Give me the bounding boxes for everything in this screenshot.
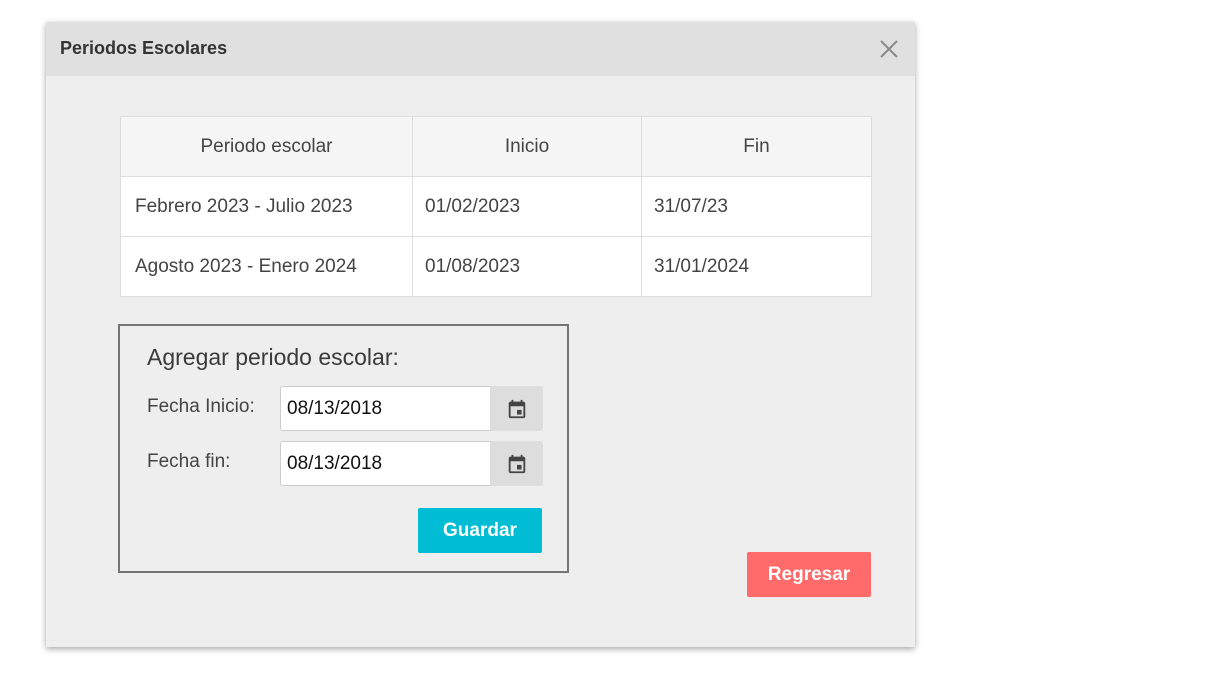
cell-period: Agosto 2023 - Enero 2024 — [120, 236, 413, 297]
add-period-form: Agregar periodo escolar: Fecha Inicio: F… — [118, 324, 569, 573]
save-button[interactable]: Guardar — [418, 508, 542, 553]
calendar-icon — [508, 399, 525, 418]
end-date-label: Fecha fin: — [147, 451, 231, 472]
cell-end: 31/01/2024 — [641, 236, 872, 297]
column-header-period: Periodo escolar — [120, 116, 413, 177]
dialog-header: Periodos Escolares — [46, 22, 915, 76]
start-date-calendar-button[interactable] — [490, 386, 543, 431]
table-row: Agosto 2023 - Enero 2024 01/08/2023 31/0… — [120, 236, 872, 297]
end-date-calendar-button[interactable] — [490, 441, 543, 486]
periodos-dialog: Periodos Escolares Periodo escolar Inici… — [46, 22, 915, 647]
table-header-row: Periodo escolar Inicio Fin — [120, 116, 872, 177]
cell-period: Febrero 2023 - Julio 2023 — [120, 176, 413, 237]
calendar-icon — [508, 454, 525, 473]
column-header-end: Fin — [641, 116, 872, 177]
form-title: Agregar periodo escolar: — [147, 344, 399, 370]
dialog-title: Periodos Escolares — [60, 38, 228, 58]
column-header-start: Inicio — [412, 116, 642, 177]
end-date-input[interactable] — [280, 441, 491, 486]
back-button[interactable]: Regresar — [747, 552, 871, 597]
close-icon[interactable] — [878, 38, 900, 60]
periods-table: Periodo escolar Inicio Fin Febrero 2023 … — [120, 116, 872, 297]
start-date-label: Fecha Inicio: — [147, 396, 255, 417]
table-row: Febrero 2023 - Julio 2023 01/02/2023 31/… — [120, 176, 872, 237]
start-date-input[interactable] — [280, 386, 491, 431]
cell-start: 01/08/2023 — [412, 236, 642, 297]
cell-end: 31/07/23 — [641, 176, 872, 237]
cell-start: 01/02/2023 — [412, 176, 642, 237]
